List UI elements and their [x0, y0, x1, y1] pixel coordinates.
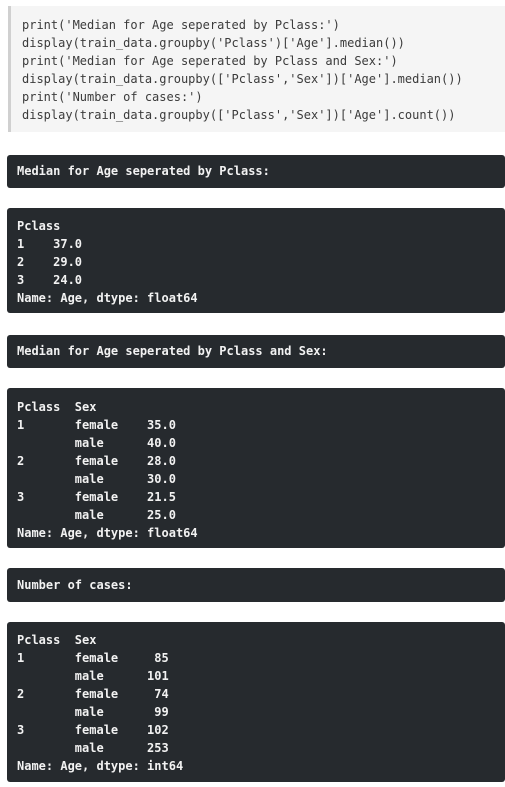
output-line: Name: Age, dtype: int64	[17, 759, 184, 773]
code-cell[interactable]: print('Median for Age seperated by Pclas…	[8, 6, 505, 132]
output-block-median-pclass-sex-heading: Median for Age seperated by Pclass and S…	[7, 335, 505, 368]
output-block-median-pclass-sex: Pclass Sex 1 female 35.0 male 40.0 2 fem…	[7, 388, 505, 548]
output-line: 1 37.0	[17, 237, 83, 251]
output-line: 2 29.0	[17, 255, 83, 269]
code-line: display(train_data.groupby(['Pclass','Se…	[22, 108, 456, 122]
output-line: Median for Age seperated by Pclass:	[17, 164, 270, 178]
code-line: print('Median for Age seperated by Pclas…	[22, 54, 398, 68]
output-line: Name: Age, dtype: float64	[17, 526, 198, 540]
output-line: 3 female 21.5	[17, 490, 176, 504]
output-line: 2 female 74	[17, 687, 169, 701]
output-line: 2 female 28.0	[17, 454, 176, 468]
output-line: Pclass Sex	[17, 400, 97, 414]
code-line: display(train_data.groupby(['Pclass','Se…	[22, 72, 463, 86]
code-line: display(train_data.groupby('Pclass')['Ag…	[22, 36, 405, 50]
output-line: Pclass	[17, 219, 61, 233]
output-line: Name: Age, dtype: float64	[17, 291, 198, 305]
output-block-median-pclass: Pclass 1 37.0 2 29.0 3 24.0 Name: Age, d…	[7, 208, 505, 313]
output-line: male 25.0	[17, 508, 176, 522]
code-line: print('Median for Age seperated by Pclas…	[22, 18, 340, 32]
output-line: male 99	[17, 705, 169, 719]
output-line: 3 24.0	[17, 273, 83, 287]
output-line: male 30.0	[17, 472, 176, 486]
output-line: male 40.0	[17, 436, 176, 450]
code-line: print('Number of cases:')	[22, 90, 203, 104]
output-line: Number of cases:	[17, 578, 133, 592]
output-line: male 253	[17, 741, 169, 755]
output-line: 1 female 35.0	[17, 418, 176, 432]
output-line: male 101	[17, 669, 169, 683]
output-block-count: Pclass Sex 1 female 85 male 101 2 female…	[7, 622, 505, 782]
output-line: Median for Age seperated by Pclass and S…	[17, 344, 328, 358]
output-line: Pclass Sex	[17, 633, 97, 647]
output-line: 3 female 102	[17, 723, 169, 737]
output-block-median-pclass-heading: Median for Age seperated by Pclass:	[7, 155, 505, 188]
output-block-count-heading: Number of cases:	[7, 568, 505, 602]
output-line: 1 female 85	[17, 651, 169, 665]
